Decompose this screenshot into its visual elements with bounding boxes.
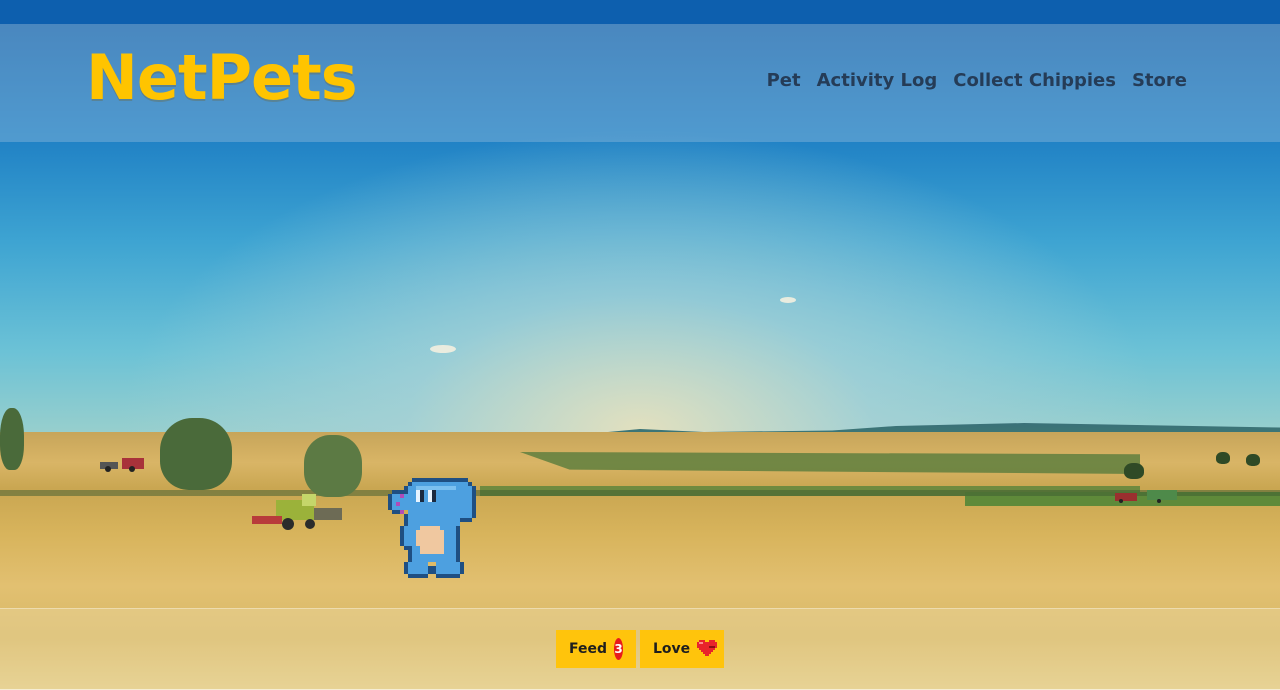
blue-dinosaur-pixel-icon[interactable] — [388, 478, 484, 578]
cloud — [780, 297, 796, 303]
tree — [1246, 454, 1260, 466]
main-nav: Pet Activity Log Collect Chippies Store — [767, 70, 1187, 91]
nav-activity-log[interactable]: Activity Log — [817, 70, 938, 91]
cloud — [430, 345, 456, 353]
tree — [1124, 463, 1144, 479]
heart-icon — [697, 640, 718, 658]
feed-button[interactable]: Feed 3 — [556, 630, 636, 668]
nav-collect-chippies[interactable]: Collect Chippies — [953, 70, 1116, 91]
love-label: Love — [653, 641, 691, 657]
tree — [304, 435, 362, 497]
feed-label: Feed — [569, 641, 608, 657]
field-stripe — [0, 490, 1280, 496]
feed-count-badge: 3 — [614, 638, 623, 660]
site-header: NetPets Pet Activity Log Collect Chippie… — [0, 24, 1280, 142]
top-bar — [0, 0, 1280, 24]
nav-pet[interactable]: Pet — [767, 70, 801, 91]
nav-store[interactable]: Store — [1132, 70, 1187, 91]
tractor — [100, 456, 146, 472]
netpets-logo[interactable]: NetPets — [86, 38, 358, 118]
tree — [1216, 452, 1230, 464]
tree — [160, 418, 232, 490]
love-button[interactable]: Love — [640, 630, 724, 668]
pet-actions: Feed 3 Love — [556, 630, 724, 668]
tree — [0, 408, 24, 470]
tractor-trailer — [1115, 488, 1179, 503]
combine-harvester — [252, 494, 344, 530]
